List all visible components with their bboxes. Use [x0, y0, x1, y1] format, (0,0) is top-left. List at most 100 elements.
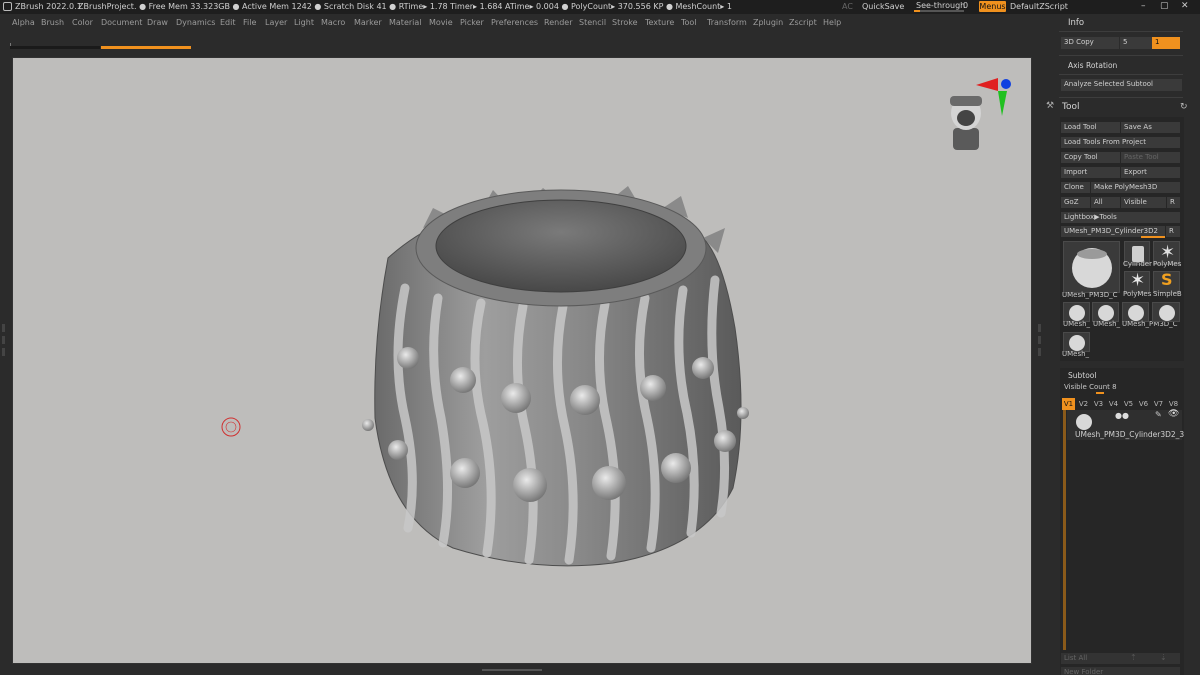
menu-macro[interactable]: Macro: [321, 18, 345, 27]
subtool-item-name: UMesh_PM3D_Cylinder3D2_3: [1075, 430, 1185, 439]
tool-thumb-umesh-3[interactable]: [1122, 302, 1149, 322]
copy3d-button[interactable]: 3D Copy: [1061, 37, 1119, 49]
v2-button[interactable]: V2: [1077, 398, 1090, 410]
menu-draw[interactable]: Draw: [147, 18, 168, 27]
arrow-down-icon[interactable]: ⇣: [1160, 653, 1167, 662]
right-tray-grip[interactable]: [1038, 320, 1042, 360]
export-button[interactable]: Export: [1121, 167, 1180, 178]
tool-strip: [0, 30, 1055, 55]
script-name: DefaultZScript: [1010, 2, 1068, 11]
v7-button[interactable]: V7: [1152, 398, 1165, 410]
menu-alpha[interactable]: Alpha: [12, 18, 35, 27]
menu-bar: Alpha Brush Color Document Draw Dynamics…: [0, 14, 1055, 30]
current-tool-r-button[interactable]: R: [1166, 226, 1180, 237]
subtool-flags-icon[interactable]: ●●: [1115, 411, 1129, 420]
ac-label: AC: [842, 2, 853, 11]
mesh-thumb-icon: [1072, 248, 1112, 288]
new-folder-button[interactable]: New Folder: [1061, 667, 1180, 675]
tool-thumb-cylinder-label: Cylinder: [1123, 260, 1152, 268]
load-tool-button[interactable]: Load Tool: [1061, 122, 1120, 133]
tool-thumb-main-label: UMesh_PM3D_C: [1062, 291, 1118, 299]
menu-render[interactable]: Render: [544, 18, 572, 27]
menu-transform[interactable]: Transform: [707, 18, 747, 27]
menu-stencil[interactable]: Stencil: [579, 18, 606, 27]
copy-tool-button[interactable]: Copy Tool: [1061, 152, 1120, 163]
goz-all-button[interactable]: All: [1091, 197, 1120, 208]
tool-title[interactable]: Tool: [1062, 102, 1079, 112]
maximize-button[interactable]: ▢: [1160, 1, 1169, 11]
menu-tool[interactable]: Tool: [681, 18, 697, 27]
brush-icon[interactable]: ✎: [1155, 410, 1162, 419]
menu-material[interactable]: Material: [389, 18, 422, 27]
bottom-tray-grip[interactable]: [482, 669, 542, 671]
import-button[interactable]: Import: [1061, 167, 1120, 178]
axis-gizmo-icon: [976, 78, 1011, 116]
load-tools-from-project-button[interactable]: Load Tools From Project: [1061, 137, 1180, 148]
make-polymesh-button[interactable]: Make PolyMesh3D: [1091, 182, 1180, 193]
copy3d-value[interactable]: 5: [1120, 37, 1152, 49]
menu-marker[interactable]: Marker: [354, 18, 382, 27]
tool-thumb-umesh-2[interactable]: [1092, 302, 1119, 322]
hammer-icon: ⚒: [1046, 101, 1055, 111]
menu-light[interactable]: Light: [294, 18, 314, 27]
axis-rotation-title[interactable]: Axis Rotation: [1068, 61, 1117, 70]
project-name: ZBrushProject: [78, 2, 134, 11]
seethrough-slider[interactable]: [914, 10, 964, 12]
menu-movie[interactable]: Movie: [429, 18, 453, 27]
lightbox-tools-button[interactable]: Lightbox▶Tools: [1061, 212, 1180, 223]
subtool-title[interactable]: Subtool: [1068, 371, 1096, 380]
menu-zplugin[interactable]: Zplugin: [753, 18, 783, 27]
menu-texture[interactable]: Texture: [645, 18, 674, 27]
zbrush-logo-icon: [3, 2, 12, 11]
menu-document[interactable]: Document: [101, 18, 142, 27]
v6-button[interactable]: V6: [1137, 398, 1150, 410]
menu-preferences[interactable]: Preferences: [491, 18, 538, 27]
eye-icon[interactable]: 👁: [1168, 409, 1179, 419]
paste-tool-button[interactable]: Paste Tool: [1121, 152, 1180, 163]
menu-zscript[interactable]: Zscript: [789, 18, 817, 27]
goz-r-button[interactable]: R: [1167, 197, 1180, 208]
visible-count-slider[interactable]: [1096, 392, 1104, 394]
v3-button[interactable]: V3: [1092, 398, 1105, 410]
menu-edit[interactable]: Edit: [220, 18, 236, 27]
visible-count[interactable]: Visible Count 8: [1064, 383, 1117, 391]
canvas-viewport[interactable]: [12, 57, 1032, 664]
sculpt-model: [221, 78, 1011, 567]
menus-button[interactable]: Menus: [979, 1, 1006, 12]
refresh-icon[interactable]: ↻: [1180, 102, 1188, 112]
tool-thumb-umesh-5[interactable]: [1063, 332, 1090, 352]
left-tray-grip[interactable]: [2, 320, 6, 360]
tool-thumb-umesh-1[interactable]: [1063, 302, 1090, 322]
v4-button[interactable]: V4: [1107, 398, 1120, 410]
save-as-button[interactable]: Save As: [1121, 122, 1180, 133]
progress-track: [10, 46, 100, 49]
tool-thumb-main[interactable]: [1063, 241, 1120, 293]
mesh-thumb-icon: [1076, 414, 1092, 430]
subtool-scrollbar[interactable]: [1063, 410, 1066, 650]
v1-button[interactable]: V1: [1062, 398, 1075, 410]
goz-button[interactable]: GoZ: [1061, 197, 1090, 208]
minimize-button[interactable]: –: [1141, 1, 1146, 11]
opening: [435, 199, 687, 293]
close-button[interactable]: ✕: [1181, 1, 1189, 11]
clone-button[interactable]: Clone: [1061, 182, 1090, 193]
tool-slider[interactable]: [1141, 236, 1165, 238]
tool-thumb-umesh-2-label: UMesh_: [1093, 320, 1121, 328]
menu-picker[interactable]: Picker: [460, 18, 484, 27]
v5-button[interactable]: V5: [1122, 398, 1135, 410]
menu-layer[interactable]: Layer: [265, 18, 287, 27]
analyze-subtool-button[interactable]: Analyze Selected Subtool: [1061, 79, 1182, 91]
tool-thumb-umesh-4[interactable]: [1152, 302, 1180, 322]
menu-help[interactable]: Help: [823, 18, 841, 27]
menu-dynamics[interactable]: Dynamics: [176, 18, 215, 27]
quicksave-button[interactable]: QuickSave: [862, 2, 904, 11]
memory-stats: . ● Free Mem 33.323GB ● Active Mem 1242 …: [134, 2, 732, 11]
subtool-item[interactable]: ●● ✎ 👁 UMesh_PM3D_Cylinder3D2_3: [1067, 409, 1185, 440]
menu-brush[interactable]: Brush: [41, 18, 64, 27]
menu-color[interactable]: Color: [72, 18, 93, 27]
copy3d-value-2[interactable]: 1: [1152, 37, 1180, 49]
goz-visible-button[interactable]: Visible: [1121, 197, 1166, 208]
arrow-up-icon[interactable]: ⇡: [1130, 653, 1137, 662]
menu-stroke[interactable]: Stroke: [612, 18, 638, 27]
menu-file[interactable]: File: [243, 18, 256, 27]
